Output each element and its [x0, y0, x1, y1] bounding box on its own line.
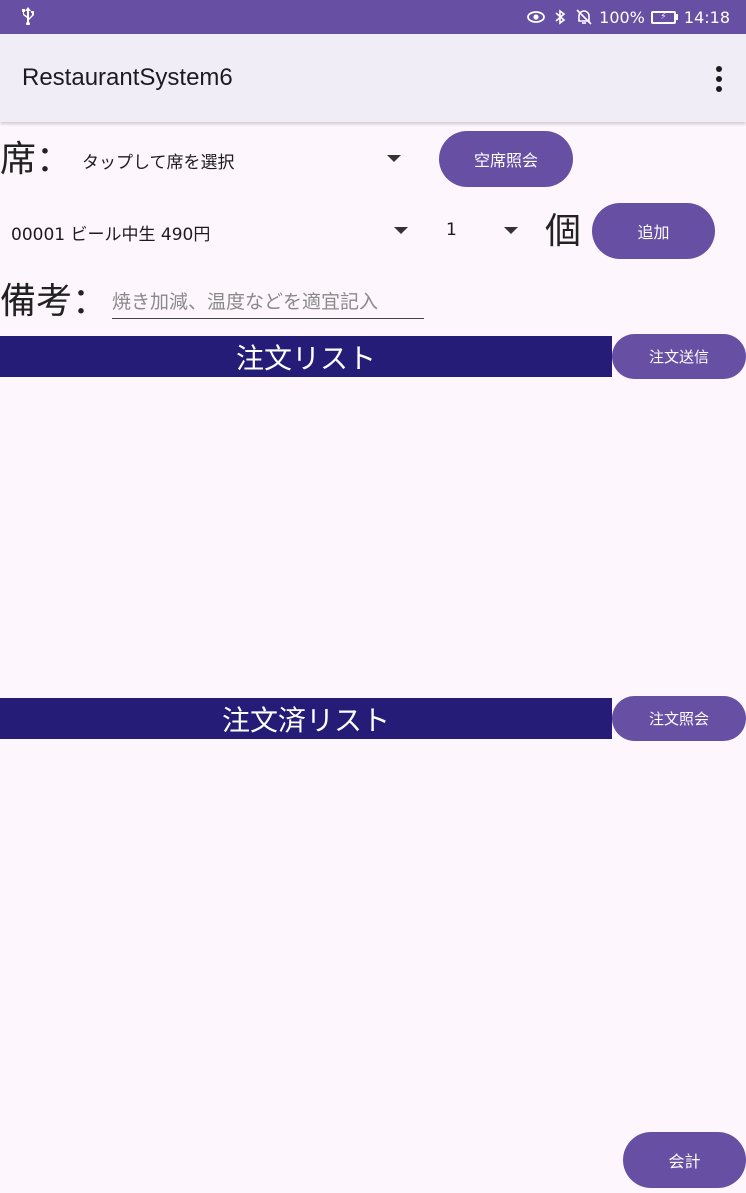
add-button[interactable]: 追加	[592, 203, 715, 259]
remark-input[interactable]	[112, 285, 424, 319]
app-screen: 100% ⚡ 14:18 RestaurantSystem6 席： タップして席…	[0, 0, 746, 1193]
status-bar: 100% ⚡ 14:18	[0, 0, 746, 34]
order-list-header: 注文リスト	[0, 336, 612, 377]
send-order-button[interactable]: 注文送信	[612, 334, 746, 379]
chevron-down-icon	[394, 227, 408, 234]
more-vert-icon[interactable]	[714, 66, 724, 92]
checkout-button[interactable]: 会計	[623, 1132, 746, 1188]
item-spinner-value: 00001 ビール中生 490円	[11, 225, 211, 245]
bluetooth-icon	[551, 8, 569, 26]
item-spinner[interactable]: 00001 ビール中生 490円	[0, 210, 420, 252]
quantity-spinner-value: 1	[446, 220, 457, 240]
usb-icon	[22, 7, 34, 30]
order-inquiry-button[interactable]: 注文照会	[612, 696, 746, 741]
ordered-list-header: 注文済リスト	[0, 698, 612, 739]
status-time: 14:18	[683, 7, 730, 27]
seat-label: 席：	[0, 139, 73, 180]
remark-label: 備考：	[0, 281, 109, 322]
chevron-down-icon	[387, 155, 401, 162]
order-list[interactable]	[0, 377, 746, 697]
quantity-spinner[interactable]: 1	[440, 210, 522, 252]
unit-label: 個	[545, 211, 582, 252]
app-bar: RestaurantSystem6	[0, 34, 746, 122]
chevron-down-icon	[504, 227, 518, 234]
app-title: RestaurantSystem6	[22, 64, 233, 91]
seat-spinner-value: タップして席を選択	[82, 153, 235, 173]
eye-icon	[527, 8, 546, 26]
seat-spinner[interactable]: タップして席を選択	[78, 138, 410, 180]
battery-icon: ⚡	[650, 10, 678, 24]
ordered-list[interactable]	[0, 739, 746, 1129]
bell-off-icon	[575, 8, 593, 26]
vacancy-inquiry-button[interactable]: 空席照会	[439, 131, 573, 187]
battery-percent: 100%	[599, 7, 645, 27]
